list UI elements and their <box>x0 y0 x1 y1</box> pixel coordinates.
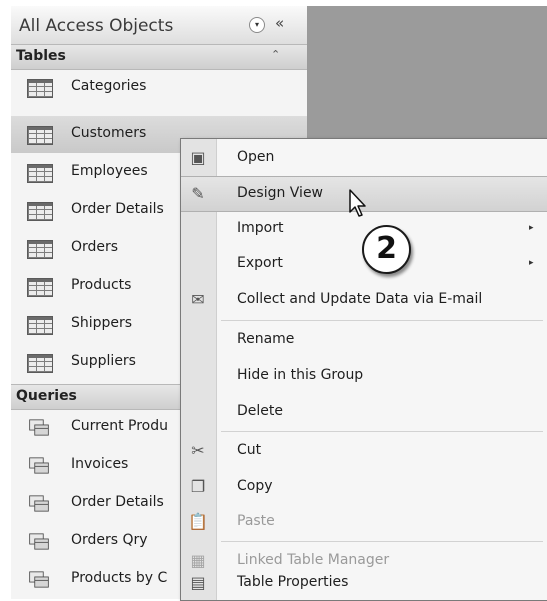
collect-data-icon: ✉ <box>191 290 205 309</box>
menu-item-cut[interactable]: ✂ Cut <box>181 434 547 468</box>
query-icon <box>29 457 49 474</box>
nav-item-label: Employees <box>71 163 148 179</box>
nav-item-label: Order Details <box>71 201 164 217</box>
paste-icon: 📋 <box>188 512 208 531</box>
nav-item-label: Suppliers <box>71 353 136 369</box>
menu-item-label: Copy <box>237 478 273 494</box>
menu-item-label: Rename <box>237 331 295 347</box>
menu-item-open[interactable]: ▣ Open <box>181 141 547 175</box>
step-number-callout: 2 <box>362 225 411 274</box>
table-icon <box>27 126 53 145</box>
menu-item-label: Export <box>237 255 283 271</box>
menu-item-label: Paste <box>237 513 275 529</box>
chevron-down-icon[interactable]: ▾ <box>249 17 265 33</box>
nav-item-label: Products <box>71 277 132 293</box>
submenu-arrow-icon: ▸ <box>529 223 534 233</box>
menu-item-table-properties[interactable]: ▤ Table Properties <box>181 566 547 600</box>
copy-icon: ❐ <box>190 477 206 496</box>
navigation-pane-header[interactable]: All Access Objects ▾ « <box>11 6 307 45</box>
query-icon <box>29 533 49 550</box>
submenu-arrow-icon: ▸ <box>529 258 534 268</box>
menu-item-delete[interactable]: Delete <box>181 395 547 429</box>
table-icon <box>27 240 53 259</box>
menu-item-label: Design View <box>237 185 324 201</box>
menu-item-hide-in-group[interactable]: Hide in this Group <box>181 359 547 393</box>
menu-item-label: Open <box>237 149 275 165</box>
nav-item-categories[interactable]: Categories <box>11 69 307 106</box>
menu-item-paste[interactable]: 📋 Paste <box>181 505 547 539</box>
nav-item-label: Orders <box>71 239 119 255</box>
menu-item-label: Table Properties <box>237 574 349 590</box>
table-icon <box>27 164 53 183</box>
menu-separator <box>221 431 543 432</box>
query-icon <box>29 495 49 512</box>
nav-item-label: Categories <box>71 78 147 94</box>
menu-item-label: Collect and Update Data via E-mail <box>237 291 483 307</box>
menu-separator <box>221 541 543 542</box>
nav-item-label: Current Produ <box>71 418 169 434</box>
chevron-up-icon[interactable]: ⌃ <box>271 48 280 61</box>
table-icon <box>27 202 53 221</box>
group-label: Queries <box>16 388 77 404</box>
collapse-pane-icon[interactable]: « <box>275 14 284 32</box>
nav-item-label: Invoices <box>71 456 129 472</box>
group-label: Tables <box>16 48 66 64</box>
open-icon: ▣ <box>190 148 206 167</box>
nav-item-label: Products by C <box>71 570 168 586</box>
menu-item-label: Import <box>237 220 284 236</box>
table-icon <box>27 278 53 297</box>
nav-item-label: Customers <box>71 125 147 141</box>
query-icon <box>29 571 49 588</box>
menu-separator <box>221 320 543 321</box>
table-icon <box>27 79 53 98</box>
scissors-icon: ✂ <box>191 441 205 460</box>
nav-item-label: Shippers <box>71 315 133 331</box>
query-icon <box>29 419 49 436</box>
menu-item-label: Delete <box>237 403 283 419</box>
menu-item-collect-update-data[interactable]: ✉ Collect and Update Data via E-mail <box>181 283 547 317</box>
nav-item-label: Order Details <box>71 494 164 510</box>
navigation-pane-title: All Access Objects <box>19 16 174 36</box>
table-icon <box>27 316 53 335</box>
table-icon <box>27 354 53 373</box>
menu-item-copy[interactable]: ❐ Copy <box>181 470 547 504</box>
menu-item-label: Hide in this Group <box>237 367 364 383</box>
nav-item-label: Orders Qry <box>71 532 148 548</box>
properties-icon: ▤ <box>190 573 206 592</box>
menu-item-label: Cut <box>237 442 262 458</box>
group-header-tables[interactable]: Tables ⌃ <box>11 44 307 70</box>
mouse-pointer-icon <box>349 189 366 217</box>
design-view-icon: ✎ <box>191 184 205 203</box>
menu-item-rename[interactable]: Rename <box>181 323 547 357</box>
